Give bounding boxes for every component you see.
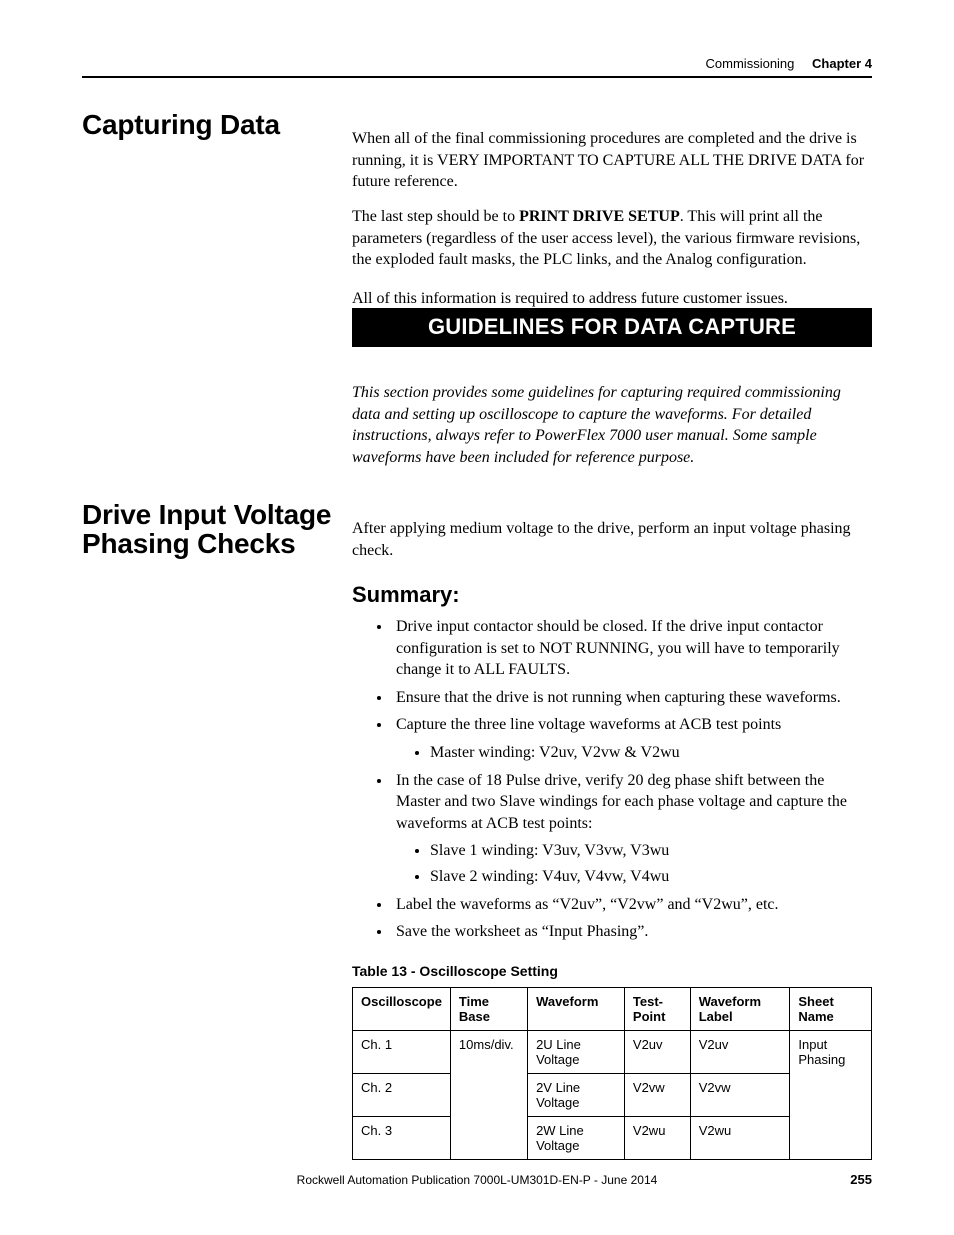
para-print-drive-setup: The last step should be to PRINT DRIVE S… — [352, 206, 872, 271]
header-rule — [82, 76, 872, 78]
header-chapter: Chapter 4 — [812, 56, 872, 71]
subbullet-slave2: Slave 2 winding: V4uv, V4vw, V4wu — [430, 866, 872, 888]
cell-wflabel: V2wu — [690, 1116, 790, 1159]
p2-emphasis: PRINT DRIVE SETUP — [519, 208, 680, 225]
para-capture-importance: When all of the final commissioning proc… — [352, 128, 872, 193]
bullet-save-worksheet: Save the worksheet as “Input Phasing”. — [392, 921, 872, 943]
banner-guidelines: GUIDELINES FOR DATA CAPTURE — [352, 308, 872, 347]
cell-osc: Ch. 2 — [353, 1073, 451, 1116]
th-oscilloscope: Oscilloscope — [353, 987, 451, 1030]
bullet-18-pulse: In the case of 18 Pulse drive, verify 20… — [392, 770, 872, 888]
heading-summary: Summary: — [352, 582, 872, 608]
subbullet-master-winding: Master winding: V2uv, V2vw & V2wu — [430, 742, 872, 764]
bullet-label-waveforms: Label the waveforms as “V2uv”, “V2vw” an… — [392, 894, 872, 916]
cell-osc: Ch. 1 — [353, 1030, 451, 1073]
th-sheet-name: Sheet Name — [790, 987, 872, 1030]
cell-testpoint: V2vw — [624, 1073, 690, 1116]
bullet-capture-3-lines: Capture the three line voltage waveforms… — [392, 714, 872, 763]
table-header-row: Oscilloscope Time Base Waveform Test-Poi… — [353, 987, 872, 1030]
cell-testpoint: V2uv — [624, 1030, 690, 1073]
th-waveform: Waveform — [528, 987, 625, 1030]
bullet-contactor: Drive input contactor should be closed. … — [392, 616, 872, 681]
heading-phasing-checks: Drive Input Voltage Phasing Checks — [82, 500, 332, 559]
para-phasing-intro: After applying medium voltage to the dri… — [352, 518, 872, 561]
table-row: Ch. 1 10ms/div. 2U Line Voltage V2uv V2u… — [353, 1030, 872, 1073]
cell-wflabel: V2uv — [690, 1030, 790, 1073]
cell-wflabel: V2vw — [690, 1073, 790, 1116]
bullet-18-pulse-text: In the case of 18 Pulse drive, verify 20… — [396, 772, 847, 832]
heading-capturing-data: Capturing Data — [82, 110, 332, 139]
cell-osc: Ch. 3 — [353, 1116, 451, 1159]
page-number: 255 — [850, 1172, 872, 1187]
cell-timebase: 10ms/div. — [450, 1030, 527, 1159]
p2-text-a: The last step should be to — [352, 208, 519, 225]
cell-waveform: 2V Line Voltage — [528, 1073, 625, 1116]
sublist-slaves: Slave 1 winding: V3uv, V3vw, V3wu Slave … — [396, 840, 872, 887]
cell-waveform: 2U Line Voltage — [528, 1030, 625, 1073]
cell-testpoint: V2wu — [624, 1116, 690, 1159]
table-caption: Table 13 - Oscilloscope Setting — [352, 963, 872, 979]
cell-sheetname: Input Phasing — [790, 1030, 872, 1159]
footer-publication: Rockwell Automation Publication 7000L-UM… — [82, 1173, 872, 1187]
summary-list: Drive input contactor should be closed. … — [352, 616, 872, 943]
para-info-required: All of this information is required to a… — [352, 288, 872, 310]
sublist-master: Master winding: V2uv, V2vw & V2wu — [396, 742, 872, 764]
bullet-capture-3-lines-text: Capture the three line voltage waveforms… — [396, 716, 781, 733]
th-waveform-label: Waveform Label — [690, 987, 790, 1030]
subbullet-slave1: Slave 1 winding: V3uv, V3vw, V3wu — [430, 840, 872, 862]
page: Commissioning Chapter 4 Capturing Data W… — [0, 0, 954, 1235]
header-section: Commissioning — [706, 56, 795, 71]
bullet-not-running: Ensure that the drive is not running whe… — [392, 687, 872, 709]
th-time-base: Time Base — [450, 987, 527, 1030]
oscilloscope-table: Oscilloscope Time Base Waveform Test-Poi… — [352, 987, 872, 1160]
th-test-point: Test-Point — [624, 987, 690, 1030]
running-header: Commissioning Chapter 4 — [706, 56, 872, 71]
para-guidelines-intro: This section provides some guidelines fo… — [352, 382, 872, 468]
cell-waveform: 2W Line Voltage — [528, 1116, 625, 1159]
